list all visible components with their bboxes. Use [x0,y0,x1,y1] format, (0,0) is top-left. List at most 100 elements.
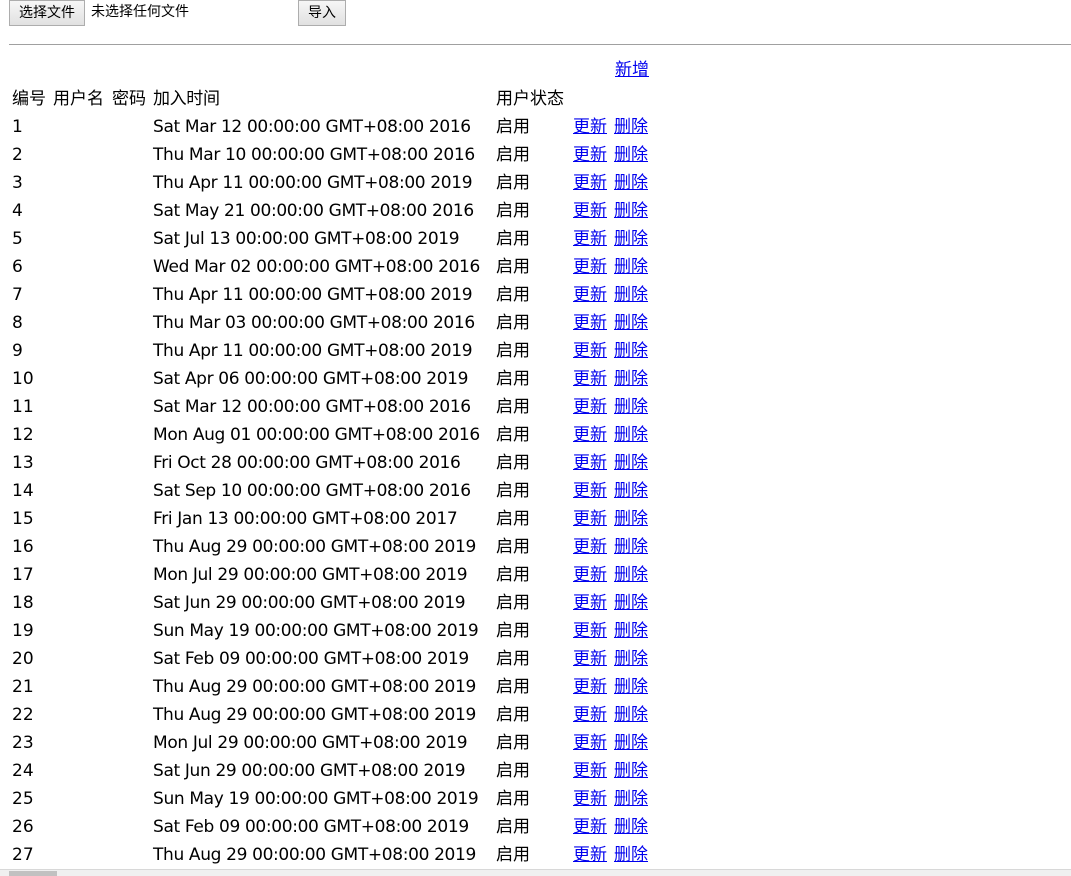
delete-link[interactable]: 删除 [614,814,648,840]
update-link[interactable]: 更新 [573,254,607,280]
delete-link[interactable]: 删除 [614,310,648,336]
cell-join-time: Wed Mar 02 00:00:00 GMT+08:00 2016 [153,257,480,277]
cell-join-time: Thu Aug 29 00:00:00 GMT+08:00 2019 [153,705,476,725]
delete-link[interactable]: 删除 [614,338,648,364]
delete-link[interactable]: 删除 [614,646,648,672]
horizontal-divider [9,44,1071,45]
cell-status: 启用 [496,453,530,473]
table-row: 24 Sat Jun 29 00:00:00 GMT+08:00 2019 启用 更新… [12,758,672,786]
cell-join-time: Thu Mar 10 00:00:00 GMT+08:00 2016 [153,145,475,165]
update-link[interactable]: 更新 [573,646,607,672]
delete-link[interactable]: 删除 [614,114,648,140]
update-link[interactable]: 更新 [573,814,607,840]
import-button[interactable]: 导入 [298,0,346,26]
cell-id: 2 [12,145,23,165]
delete-link[interactable]: 删除 [614,618,648,644]
cell-id: 13 [12,453,34,473]
cell-id: 25 [12,789,34,809]
cell-id: 15 [12,509,34,529]
horizontal-scrollbar[interactable] [0,869,1071,876]
cell-id: 26 [12,817,34,837]
update-link[interactable]: 更新 [573,310,607,336]
cell-id: 24 [12,761,34,781]
update-link[interactable]: 更新 [573,506,607,532]
table-row: 21 Thu Aug 29 00:00:00 GMT+08:00 2019 启用 更新… [12,674,672,702]
table-row: 18 Sat Jun 29 00:00:00 GMT+08:00 2019 启用 更新… [12,590,672,618]
cell-status: 启用 [496,145,530,165]
table-row: 8 Thu Mar 03 00:00:00 GMT+08:00 2016 启用 更新删… [12,310,672,338]
update-link[interactable]: 更新 [573,282,607,308]
delete-link[interactable]: 删除 [614,758,648,784]
delete-link[interactable]: 删除 [614,254,648,280]
update-link[interactable]: 更新 [573,730,607,756]
table-row: 7 Thu Apr 11 00:00:00 GMT+08:00 2019 启用 更新删… [12,282,672,310]
choose-file-button[interactable]: 选择文件 [9,0,85,26]
delete-link[interactable]: 删除 [614,674,648,700]
update-link[interactable]: 更新 [573,198,607,224]
cell-join-time: Sat Mar 12 00:00:00 GMT+08:00 2016 [153,397,471,417]
user-table: 编号 用户名 密码 加入时间 用户状态 1 Sat Mar 12 00:00:00… [12,86,672,870]
cell-status: 启用 [496,397,530,417]
cell-join-time: Sat Jun 29 00:00:00 GMT+08:00 2019 [153,593,466,613]
update-link[interactable]: 更新 [573,422,607,448]
update-link[interactable]: 更新 [573,478,607,504]
update-link[interactable]: 更新 [573,170,607,196]
delete-link[interactable]: 删除 [614,534,648,560]
update-link[interactable]: 更新 [573,142,607,168]
delete-link[interactable]: 删除 [614,702,648,728]
delete-link[interactable]: 删除 [614,198,648,224]
cell-join-time: Thu Apr 11 00:00:00 GMT+08:00 2019 [153,341,473,361]
update-link[interactable]: 更新 [573,590,607,616]
cell-status: 启用 [496,481,530,501]
cell-status: 启用 [496,173,530,193]
update-link[interactable]: 更新 [573,618,607,644]
update-link[interactable]: 更新 [573,338,607,364]
delete-link[interactable]: 删除 [614,394,648,420]
update-link[interactable]: 更新 [573,562,607,588]
scrollbar-thumb[interactable] [9,871,57,876]
update-link[interactable]: 更新 [573,534,607,560]
delete-link[interactable]: 删除 [614,590,648,616]
delete-link[interactable]: 删除 [614,842,648,868]
delete-link[interactable]: 删除 [614,478,648,504]
delete-link[interactable]: 删除 [614,226,648,252]
delete-link[interactable]: 删除 [614,786,648,812]
delete-link[interactable]: 删除 [614,170,648,196]
cell-id: 16 [12,537,34,557]
delete-link[interactable]: 删除 [614,282,648,308]
cell-id: 19 [12,621,34,641]
delete-link[interactable]: 删除 [614,730,648,756]
cell-join-time: Sat Sep 10 00:00:00 GMT+08:00 2016 [153,481,471,501]
cell-join-time: Sat Jun 29 00:00:00 GMT+08:00 2019 [153,761,466,781]
table-row: 13 Fri Oct 28 00:00:00 GMT+08:00 2016 启用 更新… [12,450,672,478]
delete-link[interactable]: 删除 [614,450,648,476]
delete-link[interactable]: 删除 [614,366,648,392]
table-row: 12 Mon Aug 01 00:00:00 GMT+08:00 2016 启用 更新… [12,422,672,450]
update-link[interactable]: 更新 [573,450,607,476]
cell-join-time: Mon Aug 01 00:00:00 GMT+08:00 2016 [153,425,480,445]
delete-link[interactable]: 删除 [614,506,648,532]
table-row: 23 Mon Jul 29 00:00:00 GMT+08:00 2019 启用 更新… [12,730,672,758]
cell-id: 18 [12,593,34,613]
update-link[interactable]: 更新 [573,758,607,784]
update-link[interactable]: 更新 [573,842,607,868]
update-link[interactable]: 更新 [573,366,607,392]
cell-id: 9 [12,341,23,361]
add-user-link[interactable]: 新增 [615,58,649,82]
update-link[interactable]: 更新 [573,114,607,140]
delete-link[interactable]: 删除 [614,562,648,588]
cell-id: 7 [12,285,23,305]
cell-status: 启用 [496,257,530,277]
header-username: 用户名 [53,89,104,109]
update-link[interactable]: 更新 [573,702,607,728]
delete-link[interactable]: 删除 [614,422,648,448]
update-link[interactable]: 更新 [573,394,607,420]
header-id: 编号 [12,89,46,109]
cell-status: 启用 [496,593,530,613]
cell-id: 11 [12,397,34,417]
update-link[interactable]: 更新 [573,786,607,812]
delete-link[interactable]: 删除 [614,142,648,168]
update-link[interactable]: 更新 [573,674,607,700]
cell-status: 启用 [496,341,530,361]
update-link[interactable]: 更新 [573,226,607,252]
